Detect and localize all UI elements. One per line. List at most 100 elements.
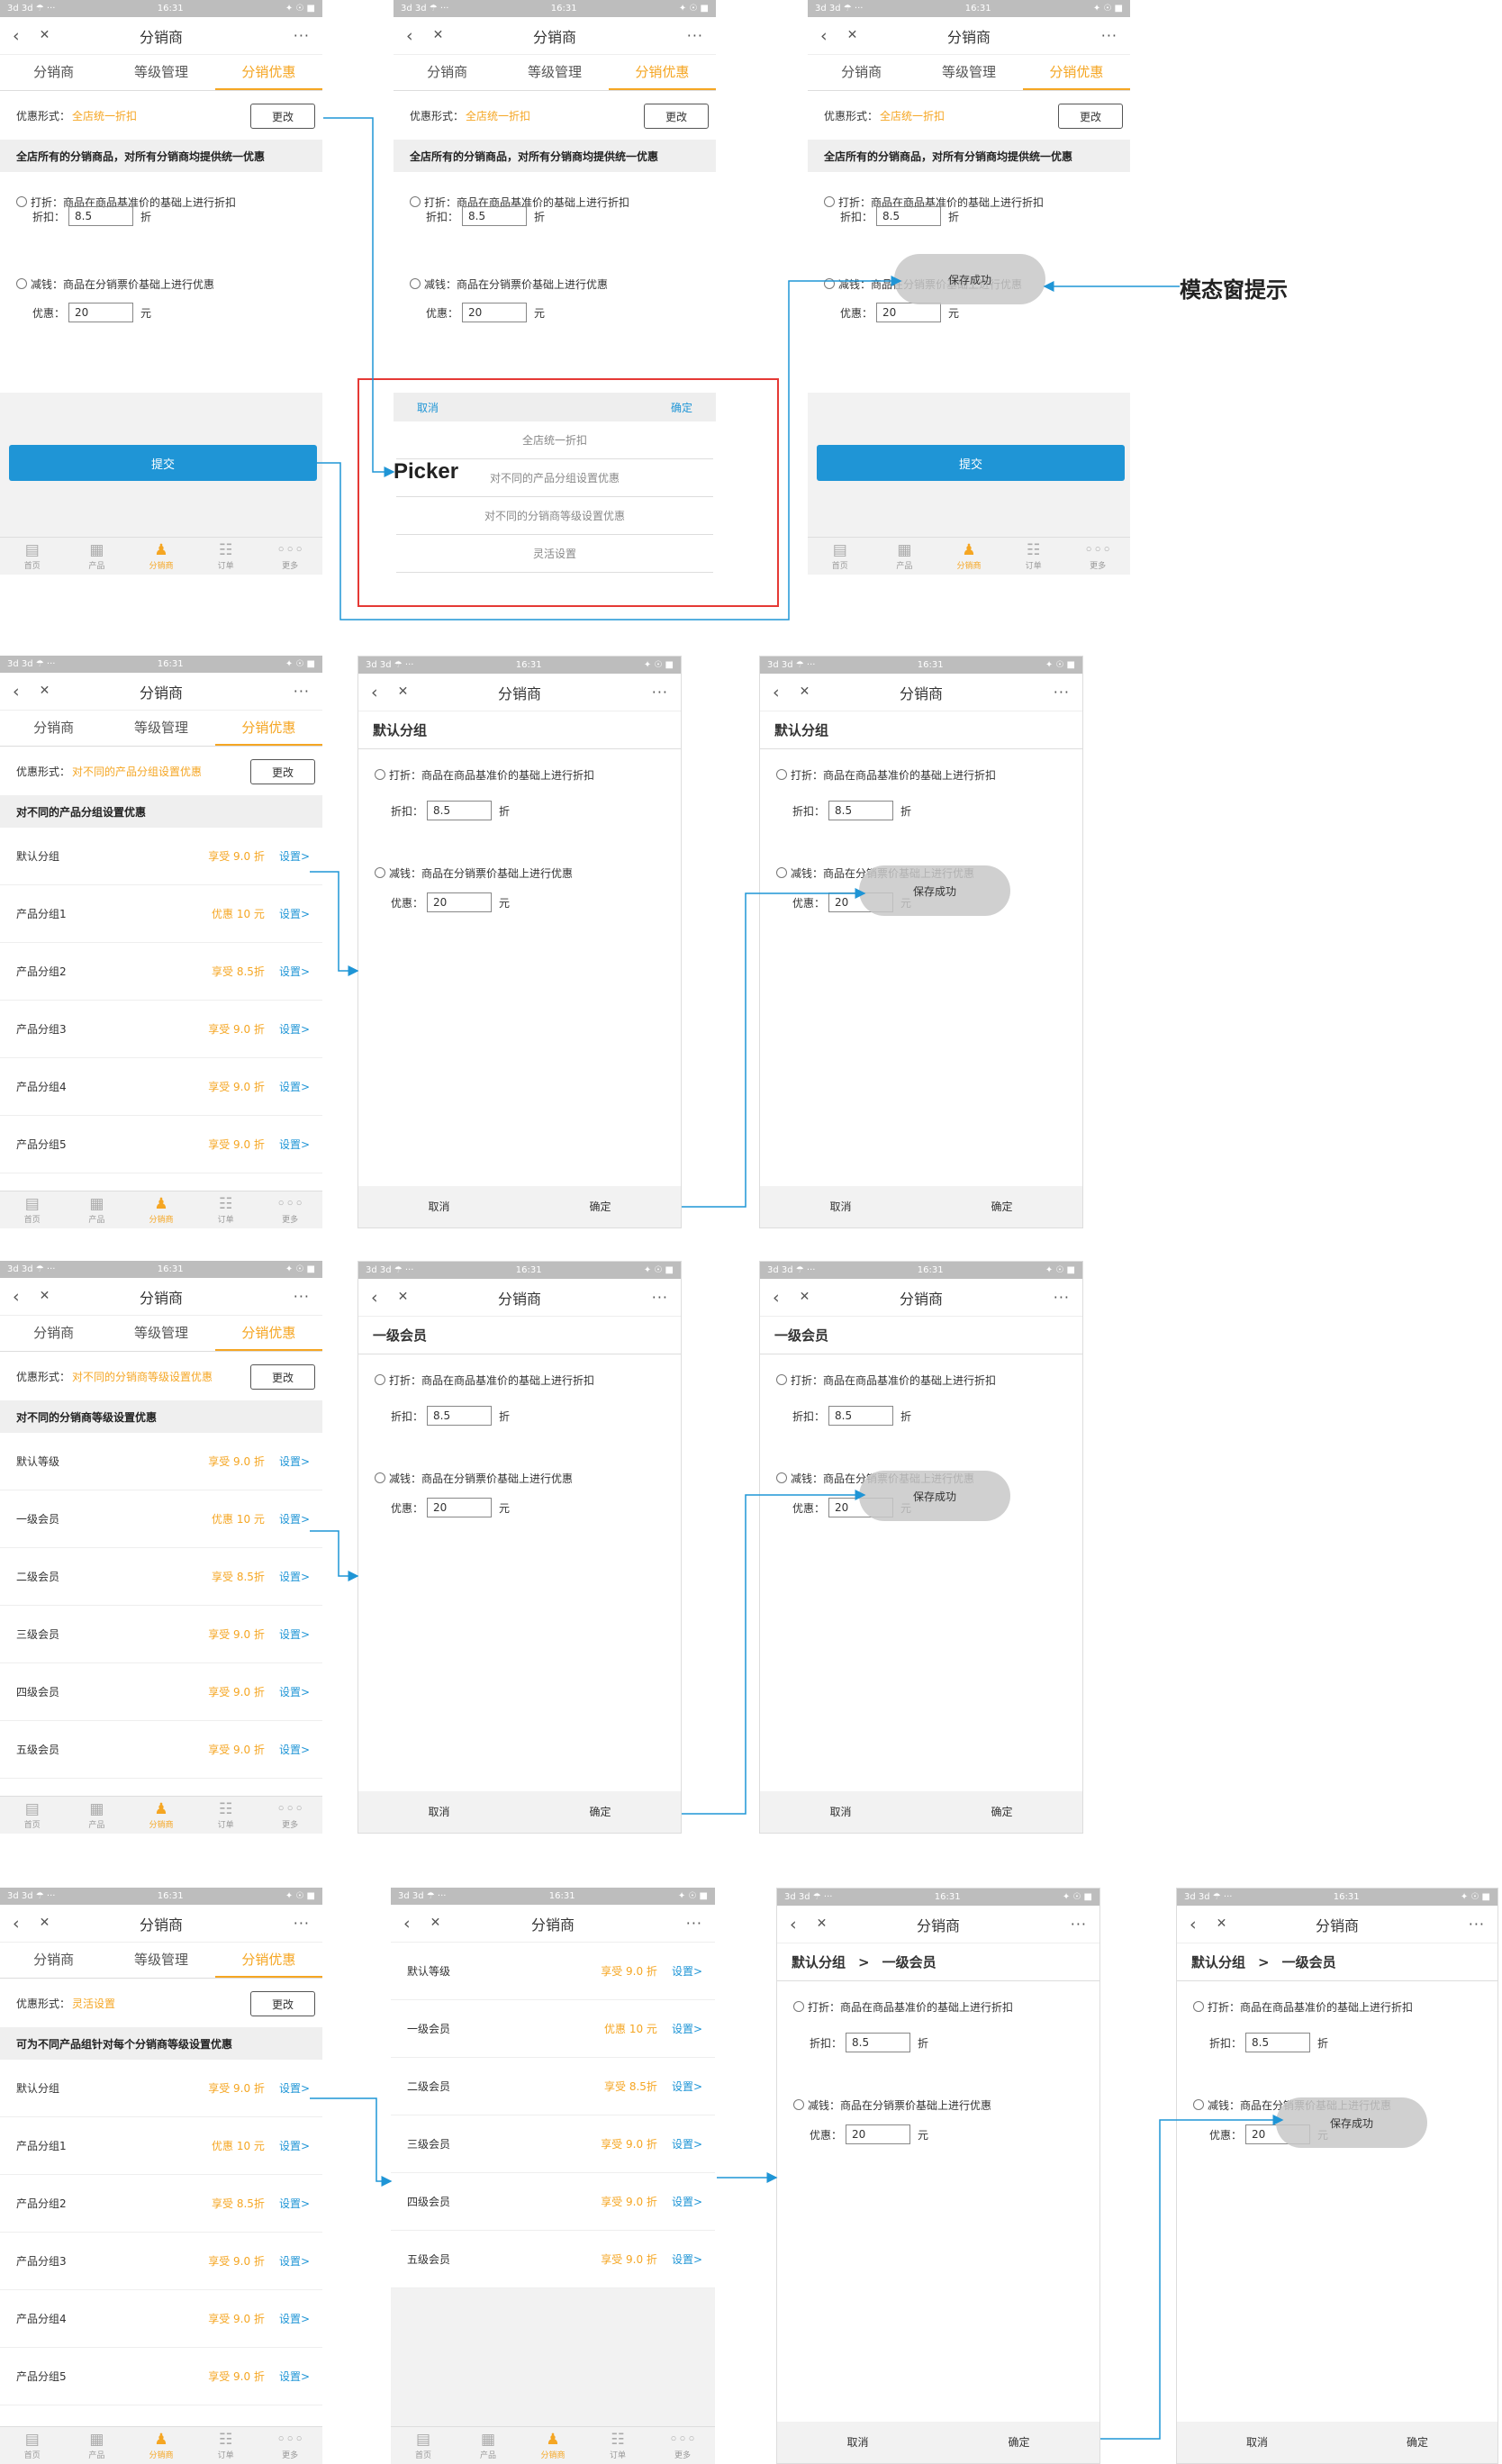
radio-icon[interactable]	[16, 196, 27, 207]
tab-level[interactable]: 等级管理	[501, 55, 608, 90]
close-icon[interactable]: ✕	[40, 1287, 50, 1307]
setting-link[interactable]: 设置>	[279, 1454, 310, 1469]
back-icon[interactable]: ‹	[1190, 1915, 1197, 1934]
tab-discount[interactable]: 分销优惠	[608, 55, 716, 90]
tabbar-product[interactable]: ▦ 产品	[65, 538, 130, 575]
radio-icon[interactable]	[776, 769, 787, 780]
more-icon[interactable]: ···	[294, 27, 310, 44]
confirm-button[interactable]: 确定	[921, 1791, 1082, 1833]
tabbar-order[interactable]: ☷ 订单	[194, 2427, 258, 2464]
tab-level[interactable]: 等级管理	[107, 711, 214, 746]
confirm-button[interactable]: 确定	[1337, 2422, 1497, 2463]
setting-link[interactable]: 设置>	[279, 1569, 310, 1584]
more-icon[interactable]: ···	[687, 27, 703, 44]
tabbar-distributor[interactable]: ♟ 分销商	[520, 2427, 585, 2464]
tabbar-order[interactable]: ☷ 订单	[194, 538, 258, 575]
setting-link[interactable]: 设置>	[279, 848, 310, 864]
confirm-button[interactable]: 确定	[520, 1186, 681, 1227]
radio-icon[interactable]	[776, 1374, 787, 1385]
radio-icon[interactable]	[375, 769, 385, 780]
tabbar-product[interactable]: ▦ 产品	[65, 1191, 130, 1228]
more-icon[interactable]: ···	[294, 683, 310, 700]
cancel-button[interactable]: 取消	[760, 1186, 921, 1227]
tabbar-distributor[interactable]: ♟ 分销商	[129, 1191, 194, 1228]
more-icon[interactable]: ···	[686, 1915, 702, 1932]
tab-discount[interactable]: 分销优惠	[214, 55, 322, 90]
option-minus[interactable]: 减钱：商品在分销票价基础上进行优惠	[358, 861, 681, 884]
tabbar-more[interactable]: ◦◦◦ 更多	[258, 538, 322, 575]
tabbar-more[interactable]: ◦◦◦ 更多	[258, 2427, 322, 2464]
setting-link[interactable]: 设置>	[279, 906, 310, 921]
change-button[interactable]: 更改	[250, 1991, 315, 2016]
tabbar-distributor[interactable]: ♟ 分销商	[936, 538, 1001, 575]
tab-discount[interactable]: 分销优惠	[214, 711, 322, 746]
close-icon[interactable]: ✕	[847, 26, 858, 46]
setting-link[interactable]: 设置>	[672, 2251, 702, 2267]
close-icon[interactable]: ✕	[398, 1288, 409, 1308]
back-icon[interactable]: ‹	[403, 1914, 411, 1934]
more-icon[interactable]: ···	[294, 1288, 310, 1305]
setting-link[interactable]: 设置>	[279, 1626, 310, 1642]
option-minus[interactable]: 减钱：商品在分销票价基础上进行优惠	[358, 1466, 681, 1490]
setting-link[interactable]: 设置>	[672, 2136, 702, 2151]
back-icon[interactable]: ‹	[773, 683, 780, 702]
radio-icon[interactable]	[824, 278, 835, 289]
back-icon[interactable]: ‹	[371, 683, 378, 702]
tabbar-more[interactable]: ◦◦◦ 更多	[258, 1191, 322, 1228]
setting-link[interactable]: 设置>	[279, 1742, 310, 1757]
minus-input[interactable]: 20	[876, 303, 942, 322]
close-icon[interactable]: ✕	[430, 1914, 441, 1934]
radio-icon[interactable]	[1193, 2099, 1204, 2110]
confirm-button[interactable]: 确定	[921, 1186, 1082, 1227]
submit-button[interactable]: 提交	[9, 445, 317, 481]
tab-distributor[interactable]: 分销商	[0, 55, 107, 90]
close-icon[interactable]: ✕	[817, 1915, 828, 1934]
minus-input[interactable]: 20	[427, 892, 493, 912]
option-discount[interactable]: 打折：商品在商品基准价的基础上进行折扣	[760, 1354, 1082, 1405]
option-minus[interactable]: 减钱：商品在分销票价基础上进行优惠	[0, 266, 322, 302]
radio-icon[interactable]	[410, 196, 421, 207]
option-minus[interactable]: 减钱：商品在分销票价基础上进行优惠	[777, 2093, 1099, 2116]
back-icon[interactable]: ‹	[790, 1915, 797, 1934]
minus-input[interactable]: 20	[68, 303, 134, 322]
more-icon[interactable]: ···	[652, 1289, 668, 1306]
option-discount[interactable]: 打折：商品在商品基准价的基础上进行折扣	[1177, 1981, 1497, 2032]
tabbar-product[interactable]: ▦ 产品	[65, 1797, 130, 1834]
back-icon[interactable]: ‹	[13, 1914, 20, 1934]
setting-link[interactable]: 设置>	[279, 1137, 310, 1152]
discount-input[interactable]: 8.5	[846, 2033, 911, 2052]
radio-icon[interactable]	[375, 867, 385, 878]
radio-icon[interactable]	[793, 2001, 804, 2012]
tabbar-order[interactable]: ☷ 订单	[194, 1191, 258, 1228]
minus-input[interactable]: 20	[427, 1498, 493, 1517]
discount-input[interactable]: 8.5	[828, 1406, 894, 1426]
radio-icon[interactable]	[375, 1374, 385, 1385]
tabbar-home[interactable]: ▤ 首页	[0, 2427, 65, 2464]
tab-level[interactable]: 等级管理	[107, 55, 214, 90]
discount-input[interactable]: 8.5	[828, 801, 894, 820]
tabbar-home[interactable]: ▤ 首页	[0, 1797, 65, 1834]
tabbar-distributor[interactable]: ♟ 分销商	[129, 1797, 194, 1834]
cancel-button[interactable]: 取消	[358, 1186, 520, 1227]
back-icon[interactable]: ‹	[13, 682, 20, 702]
option-discount[interactable]: 打折：商品在商品基准价的基础上进行折扣	[358, 1354, 681, 1405]
tab-distributor[interactable]: 分销商	[0, 1943, 107, 1978]
option-discount[interactable]: 打折：商品在商品基准价的基础上进行折扣	[358, 749, 681, 800]
setting-link[interactable]: 设置>	[279, 2138, 310, 2153]
more-icon[interactable]: ···	[1054, 684, 1070, 701]
radio-icon[interactable]	[410, 278, 421, 289]
radio-icon[interactable]	[776, 867, 787, 878]
tabbar-home[interactable]: ▤ 首页	[391, 2427, 456, 2464]
close-icon[interactable]: ✕	[40, 26, 50, 46]
cancel-button[interactable]: 取消	[777, 2422, 938, 2463]
tab-level[interactable]: 等级管理	[107, 1943, 214, 1978]
setting-link[interactable]: 设置>	[672, 2079, 702, 2094]
option-discount[interactable]: 打折：商品在商品基准价的基础上进行折扣	[760, 749, 1082, 800]
discount-input[interactable]: 8.5	[68, 206, 134, 226]
tab-discount[interactable]: 分销优惠	[214, 1943, 322, 1978]
tab-level[interactable]: 等级管理	[915, 55, 1022, 90]
radio-icon[interactable]	[793, 2099, 804, 2110]
tab-distributor[interactable]: 分销商	[808, 55, 915, 90]
more-icon[interactable]: ···	[1469, 1916, 1485, 1933]
setting-link[interactable]: 设置>	[279, 964, 310, 979]
